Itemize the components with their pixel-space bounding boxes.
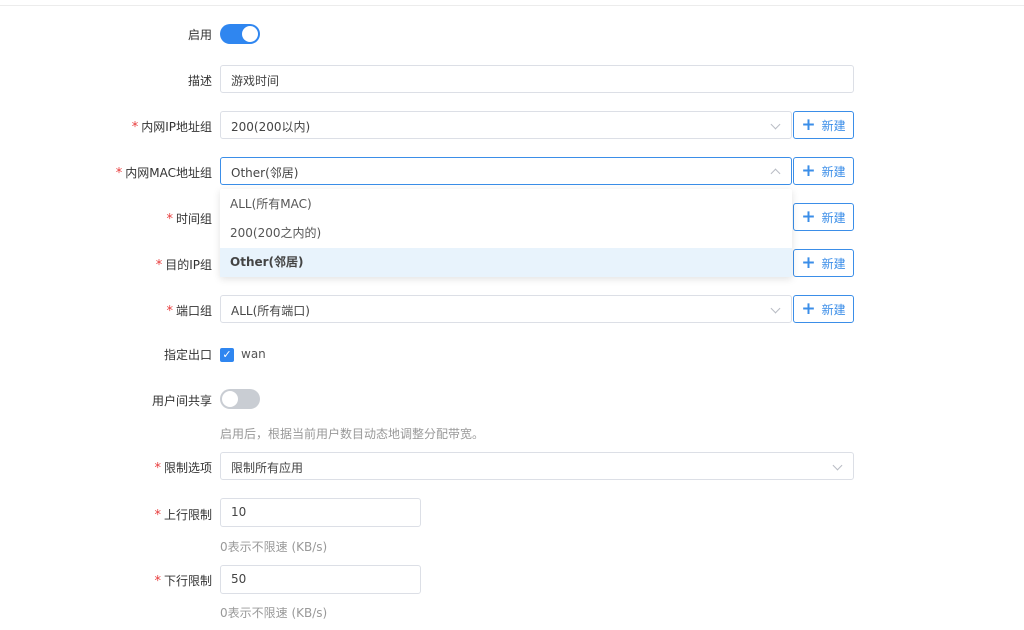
download-limit-input[interactable]: 50 — [220, 565, 421, 594]
time-group-label: * 时间组 — [166, 212, 212, 227]
mac-group-label: * 内网MAC地址组 — [115, 166, 212, 181]
user-share-label: 用户间共享 — [151, 394, 212, 408]
ip-group-new-button[interactable]: + 新建 — [793, 111, 854, 139]
port-group-label: * 端口组 — [166, 304, 212, 319]
description-label: 描述 — [187, 74, 212, 88]
limit-option-select[interactable]: 限制所有应用 — [220, 452, 854, 480]
mac-group-select[interactable]: Other(邻居) — [220, 157, 792, 185]
top-divider — [0, 5, 1024, 6]
port-group-select[interactable]: ALL(所有端口) — [220, 295, 792, 323]
description-value: 游戏时间 — [231, 74, 280, 88]
chevron-down-icon — [770, 303, 781, 314]
port-group-value: ALL(所有端口) — [231, 304, 310, 318]
limit-option-value: 限制所有应用 — [231, 461, 304, 475]
download-limit-label: * 下行限制 — [154, 574, 212, 589]
mac-option-200[interactable]: 200(200之内的) — [220, 219, 792, 248]
egress-label: 指定出口 — [163, 348, 212, 362]
chevron-down-icon — [832, 460, 843, 471]
wan-option-label[interactable]: wan — [241, 347, 266, 361]
wan-checkbox[interactable]: ✓ — [220, 348, 234, 362]
plus-icon: + — [801, 115, 816, 135]
mac-group-value: Other(邻居) — [231, 166, 299, 180]
mac-group-new-button[interactable]: + 新建 — [793, 157, 854, 185]
toggle-knob — [242, 26, 258, 42]
check-icon: ✓ — [222, 348, 232, 361]
mac-group-dropdown: ALL(所有MAC) 200(200之内的) Other(邻居) — [220, 189, 792, 277]
ip-group-select[interactable]: 200(200以内) — [220, 111, 792, 139]
ip-group-value: 200(200以内) — [231, 120, 311, 134]
dest-ip-group-label: * 目的IP组 — [155, 258, 212, 273]
download-limit-value: 50 — [231, 572, 247, 586]
user-share-toggle[interactable] — [220, 389, 260, 409]
limit-option-label: * 限制选项 — [154, 461, 212, 476]
toggle-knob — [222, 391, 238, 407]
enable-label: 启用 — [187, 28, 212, 42]
plus-icon: + — [801, 253, 816, 273]
description-input[interactable]: 游戏时间 — [220, 65, 854, 93]
plus-icon: + — [801, 299, 816, 319]
chevron-down-icon — [770, 119, 781, 130]
time-group-new-button[interactable]: + 新建 — [793, 203, 854, 231]
mac-option-other[interactable]: Other(邻居) — [220, 248, 792, 277]
enable-toggle[interactable] — [220, 24, 260, 44]
dest-ip-group-new-button[interactable]: + 新建 — [793, 249, 854, 277]
chevron-up-icon — [770, 168, 781, 179]
upload-limit-help: 0表示不限速 (KB/s) — [220, 540, 328, 554]
user-share-help: 启用后，根据当前用户数目动态地调整分配带宽。 — [220, 427, 485, 441]
port-group-new-button[interactable]: + 新建 — [793, 295, 854, 323]
upload-limit-input[interactable]: 10 — [220, 498, 421, 527]
upload-limit-value: 10 — [231, 505, 247, 519]
mac-option-all[interactable]: ALL(所有MAC) — [220, 190, 792, 219]
ip-group-label: * 内网IP地址组 — [131, 120, 212, 135]
upload-limit-label: * 上行限制 — [154, 508, 212, 523]
plus-icon: + — [801, 207, 816, 227]
download-limit-help: 0表示不限速 (KB/s) — [220, 606, 328, 620]
plus-icon: + — [801, 161, 816, 181]
